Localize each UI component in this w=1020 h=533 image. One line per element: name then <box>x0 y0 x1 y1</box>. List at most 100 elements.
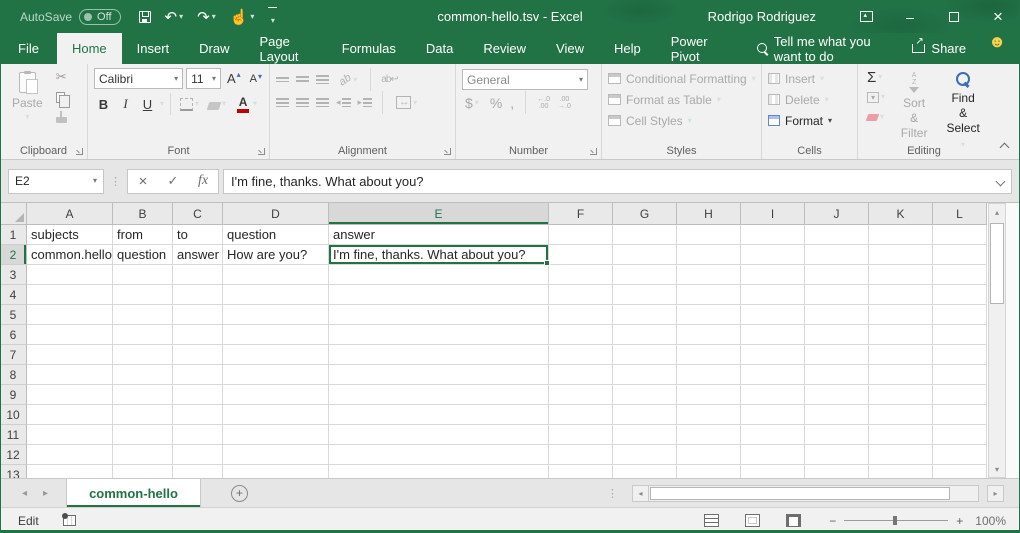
cell-A1[interactable]: subjects <box>27 225 113 245</box>
cell-A11[interactable] <box>27 425 113 445</box>
cell-G7[interactable] <box>613 345 677 365</box>
tab-file[interactable]: File <box>0 33 57 64</box>
wrap-text-button[interactable]: ab↩ <box>381 74 398 85</box>
cell-C2[interactable]: answer <box>173 245 223 265</box>
cell-B12[interactable] <box>113 445 173 465</box>
cell-B5[interactable] <box>113 305 173 325</box>
cell-C12[interactable] <box>173 445 223 465</box>
collapse-ribbon-button[interactable] <box>1000 143 1010 153</box>
cell-B9[interactable] <box>113 385 173 405</box>
cell-L1[interactable] <box>933 225 987 245</box>
cell-J12[interactable] <box>805 445 869 465</box>
cell-B4[interactable] <box>113 285 173 305</box>
cell-C1[interactable]: to <box>173 225 223 245</box>
macro-record-button[interactable] <box>63 515 76 526</box>
alignment-dialog-launcher[interactable] <box>444 148 451 155</box>
cell-L6[interactable] <box>933 325 987 345</box>
maximize-button[interactable] <box>932 0 976 33</box>
cell-B6[interactable] <box>113 325 173 345</box>
decrease-decimal-button[interactable]: .00→.0 <box>558 96 571 110</box>
cell-F4[interactable] <box>549 285 613 305</box>
cell-H7[interactable] <box>677 345 741 365</box>
sheet-tab-common-hello[interactable]: common-hello <box>66 479 201 507</box>
cell-G10[interactable] <box>613 405 677 425</box>
grow-font-button[interactable]: A▴ <box>224 70 244 87</box>
row-header-1[interactable]: 1 <box>0 225 27 245</box>
touch-mode-caret[interactable]: ▾ <box>250 13 254 21</box>
zoom-out-button[interactable]: − <box>829 514 836 528</box>
cell-J6[interactable] <box>805 325 869 345</box>
cell-A8[interactable] <box>27 365 113 385</box>
format-as-table-button[interactable]: Format as Table ▾ <box>608 89 757 110</box>
percent-style-button[interactable]: % <box>490 95 502 111</box>
tab-insert[interactable]: Insert <box>122 33 185 64</box>
row-header-10[interactable]: 10 <box>0 405 27 425</box>
cell-K10[interactable] <box>869 405 933 425</box>
cell-F6[interactable] <box>549 325 613 345</box>
column-header-E[interactable]: E <box>329 203 549 225</box>
accounting-format-button[interactable]: $▾ <box>462 93 482 113</box>
cell-E7[interactable] <box>329 345 549 365</box>
row-header-9[interactable]: 9 <box>0 385 27 405</box>
tab-home[interactable]: Home <box>57 33 122 64</box>
cell-L11[interactable] <box>933 425 987 445</box>
format-painter-button[interactable] <box>53 108 74 126</box>
cell-D8[interactable] <box>223 365 329 385</box>
save-button[interactable] <box>139 11 151 23</box>
cell-B8[interactable] <box>113 365 173 385</box>
row-header-2[interactable]: 2 <box>0 245 27 265</box>
tab-splitter-handle[interactable]: ⋮ <box>607 487 618 500</box>
cell-L13[interactable] <box>933 465 987 478</box>
cut-button[interactable]: ✂ <box>53 68 74 86</box>
name-box-caret[interactable]: ▾ <box>93 177 97 185</box>
autosave-control[interactable]: AutoSave Off <box>20 9 121 25</box>
cell-A5[interactable] <box>27 305 113 325</box>
scroll-right-arrow[interactable]: ▸ <box>987 485 1004 502</box>
font-name-select[interactable]: Calibri▾ <box>94 68 183 89</box>
bold-button[interactable]: B <box>94 96 113 113</box>
cell-F11[interactable] <box>549 425 613 445</box>
cell-D2[interactable]: How are you? <box>223 245 329 265</box>
cell-J5[interactable] <box>805 305 869 325</box>
cell-K5[interactable] <box>869 305 933 325</box>
align-center-button[interactable] <box>296 98 309 107</box>
cell-A2[interactable]: common.hello <box>27 245 113 265</box>
cell-C10[interactable] <box>173 405 223 425</box>
shrink-font-button[interactable]: A▾ <box>247 72 265 86</box>
cell-D12[interactable] <box>223 445 329 465</box>
cell-I13[interactable] <box>741 465 805 478</box>
cell-A10[interactable] <box>27 405 113 425</box>
tab-formulas[interactable]: Formulas <box>327 33 411 64</box>
cell-G13[interactable] <box>613 465 677 478</box>
cell-K13[interactable] <box>869 465 933 478</box>
tab-draw[interactable]: Draw <box>184 33 244 64</box>
cell-K7[interactable] <box>869 345 933 365</box>
vertical-scrollbar-thumb[interactable] <box>990 223 1004 304</box>
tab-data[interactable]: Data <box>411 33 468 64</box>
cell-L4[interactable] <box>933 285 987 305</box>
cell-J9[interactable] <box>805 385 869 405</box>
cell-E12[interactable] <box>329 445 549 465</box>
cell-C7[interactable] <box>173 345 223 365</box>
number-dialog-launcher[interactable] <box>590 148 597 155</box>
conditional-formatting-button[interactable]: Conditional Formatting ▾ <box>608 68 757 89</box>
cell-K6[interactable] <box>869 325 933 345</box>
column-header-A[interactable]: A <box>27 203 113 225</box>
cell-B1[interactable]: from <box>113 225 173 245</box>
cell-E8[interactable] <box>329 365 549 385</box>
feedback-smiley-icon[interactable]: ☻ <box>988 33 1006 64</box>
format-cells-button[interactable]: Format ▾ <box>768 110 853 131</box>
new-sheet-button[interactable]: + <box>231 485 248 502</box>
cell-C3[interactable] <box>173 265 223 285</box>
italic-button[interactable]: I <box>116 95 135 113</box>
cell-H13[interactable] <box>677 465 741 478</box>
share-button[interactable]: Share <box>912 33 966 64</box>
cell-K2[interactable] <box>869 245 933 265</box>
scroll-left-arrow[interactable]: ◂ <box>632 485 649 502</box>
cell-B10[interactable] <box>113 405 173 425</box>
user-name[interactable]: Rodrigo Rodriguez <box>708 9 816 24</box>
cell-J7[interactable] <box>805 345 869 365</box>
cell-A4[interactable] <box>27 285 113 305</box>
cell-H10[interactable] <box>677 405 741 425</box>
expand-formula-bar-caret[interactable] <box>996 176 1006 186</box>
